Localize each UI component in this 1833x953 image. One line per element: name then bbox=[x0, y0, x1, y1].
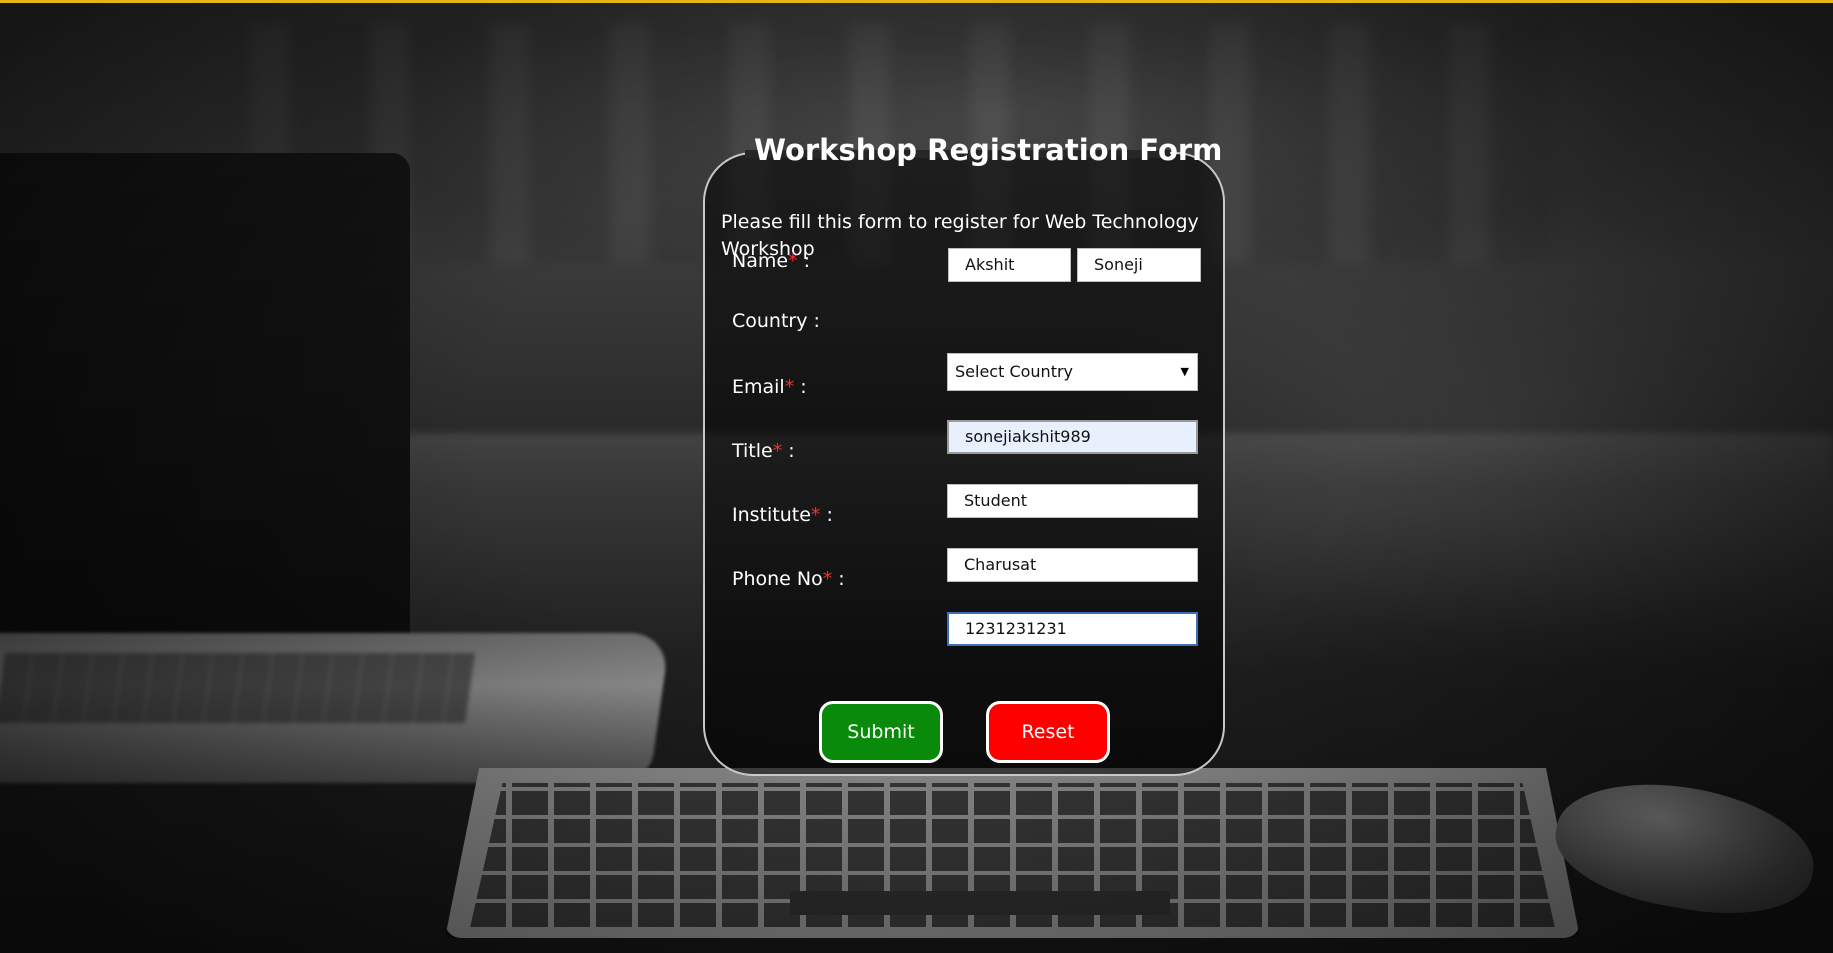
country-select[interactable]: Select Country ▼ bbox=[947, 353, 1198, 391]
country-label: Country : bbox=[732, 310, 820, 332]
name-label: Name* : bbox=[732, 250, 811, 272]
first-name-input[interactable]: Akshit bbox=[948, 248, 1071, 282]
institute-label: Institute* : bbox=[732, 504, 833, 526]
registration-form: Workshop Registration Form Please fill t… bbox=[703, 133, 1225, 776]
phone-label: Phone No* : bbox=[732, 568, 845, 590]
required-marker: * bbox=[784, 376, 795, 398]
title-label: Title* : bbox=[732, 440, 795, 462]
country-select-value: Select Country bbox=[955, 362, 1074, 381]
required-marker: * bbox=[810, 504, 821, 526]
required-marker: * bbox=[788, 250, 798, 272]
reset-button[interactable]: Reset bbox=[986, 701, 1110, 763]
title-input[interactable]: Student bbox=[947, 484, 1198, 518]
required-marker: * bbox=[772, 440, 783, 462]
submit-button[interactable]: Submit bbox=[819, 701, 943, 763]
institute-input[interactable]: Charusat bbox=[947, 548, 1198, 582]
required-marker: * bbox=[822, 568, 833, 590]
form-title: Workshop Registration Form bbox=[754, 133, 1223, 167]
email-input[interactable]: sonejiakshit989 bbox=[947, 420, 1198, 454]
triangle-down-icon: ▼ bbox=[1180, 365, 1189, 378]
phone-input[interactable]: 1231231231 bbox=[947, 612, 1198, 646]
last-name-input[interactable]: Soneji bbox=[1077, 248, 1201, 282]
email-label: Email* : bbox=[732, 376, 807, 398]
